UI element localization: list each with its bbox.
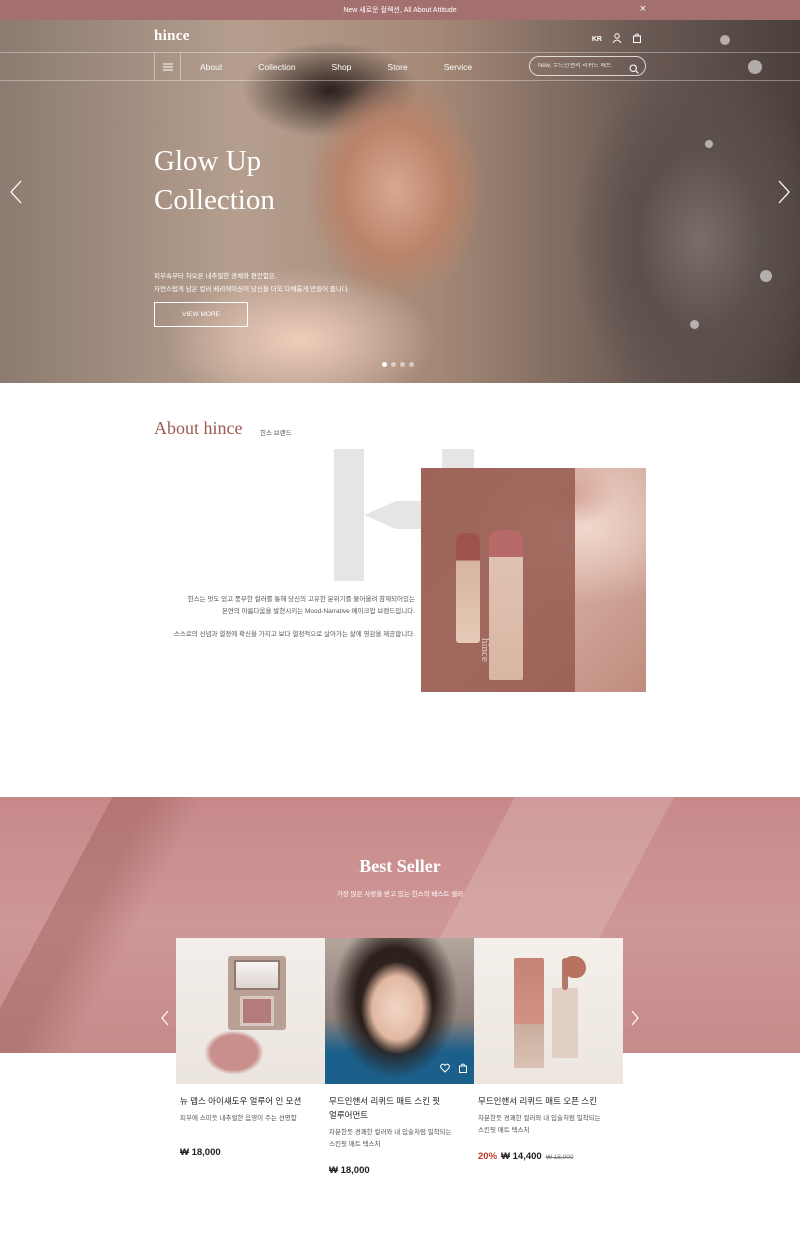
bokeh-light bbox=[760, 270, 772, 282]
about-text: 힌스는 멋도 있고 풍부한 컬러를 통해 당신의 고유한 분위기를 불어올려 참… bbox=[150, 594, 415, 641]
language-selector[interactable]: KR bbox=[592, 36, 602, 43]
product-desc-line: 스킨핏 매트 텍스처 bbox=[329, 1141, 381, 1148]
product-desc: 차분한듯 경쾌한 컬러와 내 입술처럼 밀착되는 스킨핏 매트 텍스처 bbox=[325, 1127, 474, 1151]
user-icon[interactable] bbox=[612, 30, 622, 48]
color-swatch bbox=[564, 956, 586, 978]
search-box bbox=[529, 56, 646, 76]
product-desc-line: 스킨핏 매트 텍스처 bbox=[478, 1127, 530, 1134]
menu-button[interactable] bbox=[154, 53, 181, 80]
hero-title: Glow Up Collection bbox=[154, 142, 275, 220]
product-image[interactable] bbox=[325, 938, 474, 1084]
product-image[interactable] bbox=[176, 938, 325, 1084]
product-card[interactable]: 무드인핸서 리퀴드 매트 스킨 핏 얼루어먼트 차분한듯 경쾌한 컬러와 내 입… bbox=[325, 938, 474, 1176]
slide-indicators bbox=[382, 362, 414, 367]
product-desc-line: 차분한듯 경쾌한 컬러와 내 입술처럼 밀착되는 bbox=[478, 1115, 601, 1122]
product-price: ₩ 18,000 bbox=[329, 1165, 370, 1176]
about-line: 스스로의 신념과 열정에 확신을 가지고 보다 열정적으로 살아가는 삶에 영감… bbox=[173, 631, 415, 638]
announcement-text: New 새로운 컬렉션, All About Attitude bbox=[343, 7, 457, 14]
cart-icon[interactable] bbox=[458, 1060, 468, 1078]
close-icon[interactable]: × bbox=[640, 4, 646, 15]
product-name[interactable]: 뉴 뎁스 아이섀도우 얼루어 인 모션 bbox=[176, 1094, 325, 1108]
lipstick-image bbox=[456, 533, 480, 643]
compact-mirror bbox=[234, 960, 280, 990]
nav-links: About Collection Shop Store Service bbox=[200, 53, 508, 80]
nav-collection[interactable]: Collection bbox=[258, 62, 295, 72]
product-price: ₩ 18,000 bbox=[180, 1147, 221, 1158]
logo[interactable]: hince bbox=[154, 28, 190, 45]
hero-title-line: Collection bbox=[154, 184, 275, 216]
product-image[interactable] bbox=[474, 938, 623, 1084]
best-seller-subtitle: 가장 많은 사랑을 받고 있는 힌스의 베스트 셀러 bbox=[336, 891, 464, 898]
about-image: hince bbox=[421, 468, 646, 692]
about-line: 힌스는 멋도 있고 풍부한 컬러를 통해 당신의 고유한 분위기를 불어올려 참… bbox=[187, 596, 415, 603]
heart-icon[interactable] bbox=[440, 1060, 450, 1078]
lip-tint-bottle bbox=[514, 958, 544, 1068]
carousel-prev-arrow-icon[interactable] bbox=[160, 1010, 170, 1026]
discount-badge: 20% bbox=[478, 1151, 498, 1162]
site-header: hince KR bbox=[0, 20, 800, 53]
main-nav: About Collection Shop Store Service bbox=[0, 53, 800, 81]
product-desc: 피부에 스미듯 내추럴한 음영이 주는 선명함 bbox=[180, 1115, 297, 1122]
nav-shop[interactable]: Shop bbox=[332, 62, 352, 72]
hero-description: 피부속부터 차오른 내추럴한 광채와 편안함은, 자연스럽게 담은 컬러 베리에… bbox=[154, 270, 350, 296]
compact-pan bbox=[240, 996, 274, 1026]
view-more-button[interactable]: VIEW MORE bbox=[154, 302, 248, 327]
nav-service[interactable]: Service bbox=[444, 62, 472, 72]
slide-dot[interactable] bbox=[409, 362, 414, 367]
slide-dot[interactable] bbox=[382, 362, 387, 367]
lip-tint-cap bbox=[552, 988, 578, 1058]
about-title: About hince bbox=[154, 418, 243, 438]
product-name-line: 무드인핸서 리퀴드 매트 스킨 핏 bbox=[329, 1096, 441, 1106]
hero-next-arrow-icon[interactable] bbox=[776, 180, 792, 204]
about-line: 본연의 아름다움을 발현시키는 Mood-Narrative 메이크업 브랜드입… bbox=[221, 608, 415, 615]
product-card[interactable]: 무드인핸서 리퀴드 매트 오픈 스킨 차분한듯 경쾌한 컬러와 내 입술처럼 밀… bbox=[474, 938, 623, 1162]
hero-title-line: Glow Up bbox=[154, 145, 262, 177]
bokeh-light bbox=[690, 320, 699, 329]
product-price-row: 20% ₩ 14,400 ₩ 18,000 bbox=[474, 1151, 623, 1162]
search-input[interactable] bbox=[538, 63, 626, 69]
eyeshadow-compact bbox=[228, 956, 286, 1030]
slide-dot[interactable] bbox=[400, 362, 405, 367]
product-price: ₩ 14,400 bbox=[501, 1151, 542, 1162]
about-subtitle: 힌스 브랜드 bbox=[260, 430, 292, 437]
slide-dot[interactable] bbox=[391, 362, 396, 367]
best-seller-title: Best Seller bbox=[359, 856, 441, 876]
announcement-bar: New 새로운 컬렉션, All About Attitude × bbox=[0, 0, 800, 20]
product-name-line: 얼루어먼트 bbox=[329, 1110, 369, 1120]
product-card[interactable]: 뉴 뎁스 아이섀도우 얼루어 인 모션 피부에 스미듯 내추럴한 음영이 주는 … bbox=[176, 938, 325, 1158]
cart-icon[interactable] bbox=[632, 30, 642, 48]
bokeh-light bbox=[705, 140, 713, 148]
hero-desc-line: 자연스럽게 담은 컬러 베리에이션이 당신을 더욱 다채롭게 만들어 줍니다. bbox=[154, 286, 350, 293]
product-name[interactable]: 무드인핸서 리퀴드 매트 스킨 핏 얼루어먼트 bbox=[325, 1094, 474, 1122]
lipstick-image bbox=[489, 530, 523, 680]
color-swatch bbox=[204, 1030, 264, 1075]
product-name[interactable]: 무드인핸서 리퀴드 매트 오픈 스킨 bbox=[474, 1094, 623, 1108]
hero-banner: hince KR About Collection Shop Store Ser… bbox=[0, 20, 800, 383]
lipstick-brand-text: hince bbox=[479, 638, 491, 662]
original-price: ₩ 18,000 bbox=[545, 1154, 574, 1161]
nav-store[interactable]: Store bbox=[387, 62, 407, 72]
header-icons: KR bbox=[592, 30, 642, 48]
product-desc: 차분한듯 경쾌한 컬러와 내 입술처럼 밀착되는 스킨핏 매트 텍스처 bbox=[474, 1113, 623, 1137]
nav-about[interactable]: About bbox=[200, 62, 222, 72]
product-desc-line: 차분한듯 경쾌한 컬러와 내 입술처럼 밀착되는 bbox=[329, 1129, 452, 1136]
hero-desc-line: 피부속부터 차오른 내추럴한 광채와 편안함은, bbox=[154, 273, 277, 280]
hero-prev-arrow-icon[interactable] bbox=[8, 180, 24, 204]
carousel-next-arrow-icon[interactable] bbox=[630, 1010, 640, 1026]
hamburger-icon bbox=[162, 63, 173, 70]
product-actions bbox=[440, 1060, 468, 1078]
search-icon[interactable] bbox=[629, 61, 639, 79]
